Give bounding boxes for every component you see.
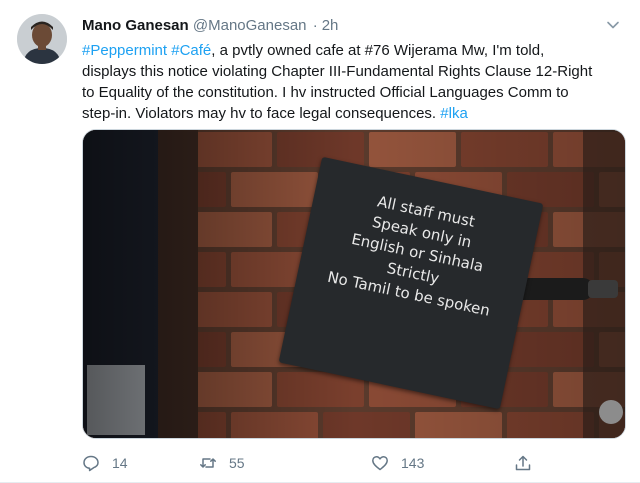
tweet-text-segment: displays this notice violating Chapter I… [82, 63, 593, 80]
reply-icon [83, 455, 99, 472]
tweet-timestamp[interactable]: 2h [322, 17, 339, 34]
hashtag-link[interactable]: #Café [171, 42, 211, 59]
tweet-card[interactable]: Mano Ganesan @ManoGanesan · 2h #Peppermin… [0, 0, 640, 483]
reply-count: 14 [112, 455, 128, 471]
avatar[interactable] [17, 14, 67, 64]
tweet-text-line: displays this notice violating Chapter I… [82, 61, 627, 82]
retweet-icon [200, 458, 216, 468]
tweet-text-segment: to Equality of the constitution. I hv in… [82, 84, 569, 101]
author-name[interactable]: Mano Ganesan [82, 17, 189, 34]
tweet-text-segment: step-in. Violators may hv to face legal … [82, 105, 441, 122]
like-count: 143 [401, 455, 425, 471]
tweet-actions: 14 55 143 [82, 451, 542, 475]
share-button[interactable] [514, 451, 544, 475]
like-button[interactable]: 143 [371, 451, 424, 475]
tweet-text: #Peppermint #Café, a pvtly owned cafe at… [82, 40, 627, 124]
retweet-button[interactable]: 55 [199, 451, 245, 475]
chevron-down-icon[interactable] [606, 18, 620, 32]
tweet-text-segment: , a pvtly owned cafe at #76 Wijerama Mw,… [211, 42, 545, 59]
tweet-text-line: to Equality of the constitution. I hv in… [82, 82, 627, 103]
hashtag-link[interactable]: #lka [440, 105, 468, 122]
reply-button[interactable]: 14 [82, 451, 128, 475]
author-handle[interactable]: @ManoGanesan [193, 17, 307, 34]
tweet-text-line: #Peppermint #Café, a pvtly owned cafe at… [82, 40, 627, 61]
avatar-photo [17, 14, 67, 64]
like-icon [372, 455, 388, 471]
retweet-count: 55 [229, 455, 245, 471]
hashtag-link[interactable]: #Peppermint [82, 42, 167, 59]
sign-text: All staff must Speak only in English or Si… [296, 178, 539, 328]
share-icon [515, 455, 531, 471]
tweet-text-line: step-in. Violators may hv to face legal … [82, 103, 627, 124]
separator-dot: · [312, 17, 318, 34]
tweet-header: Mano Ganesan @ManoGanesan · 2h [82, 14, 622, 38]
